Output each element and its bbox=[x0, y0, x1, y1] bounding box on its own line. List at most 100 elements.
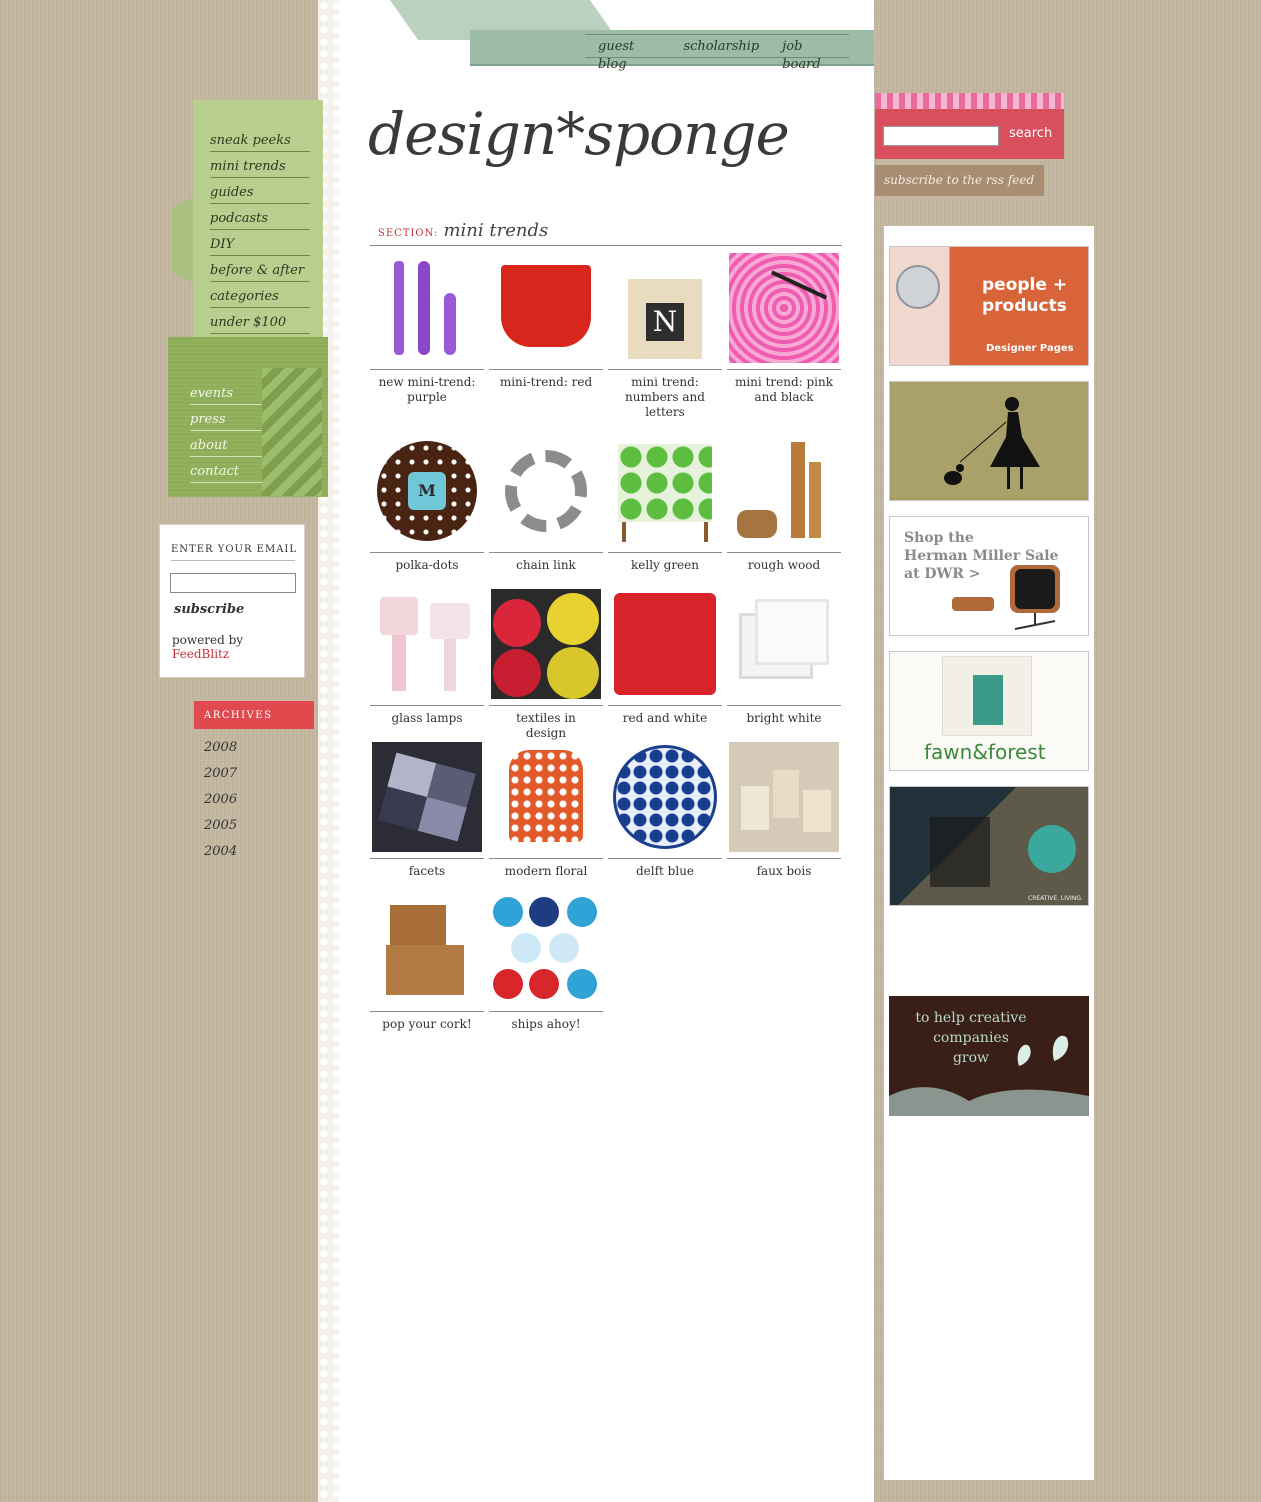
email-input[interactable] bbox=[170, 573, 296, 593]
archive-year-2005[interactable]: 2005 bbox=[204, 816, 237, 842]
tile-caption[interactable]: pop your cork! bbox=[370, 1017, 484, 1032]
trend-tile[interactable]: Mpolka-dots bbox=[370, 433, 484, 573]
site-logo[interactable]: design*sponge bbox=[368, 100, 790, 190]
tile-caption[interactable]: chain link bbox=[489, 558, 603, 573]
ad-dwr[interactable]: Shop the Herman Miller Sale at DWR > bbox=[889, 516, 1089, 636]
trend-tile[interactable]: bright white bbox=[727, 586, 841, 726]
tile-divider bbox=[489, 552, 603, 553]
search-pattern-strip bbox=[875, 93, 1064, 109]
facet-rug-image[interactable] bbox=[372, 742, 482, 852]
nav-item-sneak-peeks[interactable]: sneak peeks bbox=[210, 126, 310, 152]
tile-divider bbox=[608, 858, 722, 859]
textile-lanterns-image[interactable] bbox=[491, 589, 601, 699]
rss-subscribe-link[interactable]: subscribe to the rss feed bbox=[875, 165, 1044, 196]
nav-item-categories[interactable]: categories bbox=[210, 282, 310, 308]
trend-tile[interactable]: chain link bbox=[489, 433, 603, 573]
tile-caption[interactable]: bright white bbox=[727, 711, 841, 726]
ad-people-products[interactable]: people + products Designer Pages bbox=[889, 246, 1089, 366]
red-pillow-image[interactable] bbox=[610, 589, 720, 699]
trend-tile[interactable]: textiles in design bbox=[489, 586, 603, 741]
trend-tile[interactable]: pop your cork! bbox=[370, 892, 484, 1032]
tile-caption[interactable]: mini trend: numbers and letters bbox=[608, 375, 722, 420]
search-input[interactable] bbox=[883, 126, 999, 146]
top-nav-guest-blog[interactable]: guest blog bbox=[585, 35, 670, 72]
trend-tile[interactable]: rough wood bbox=[727, 433, 841, 573]
search-button[interactable]: search bbox=[1009, 126, 1052, 141]
wood-vases-image[interactable] bbox=[729, 436, 839, 546]
tile-divider bbox=[489, 1011, 603, 1012]
tile-caption[interactable]: delft blue bbox=[608, 864, 722, 879]
tile-divider bbox=[370, 858, 484, 859]
trend-tile[interactable]: mini-trend: red bbox=[489, 250, 603, 390]
ad-martha-stewart[interactable]: CREATIVE. LIVING. bbox=[889, 786, 1089, 906]
floral-chair-image[interactable] bbox=[491, 742, 601, 852]
tile-caption[interactable]: glass lamps bbox=[370, 711, 484, 726]
archive-year-2006[interactable]: 2006 bbox=[204, 790, 237, 816]
ad-silhouette[interactable] bbox=[889, 381, 1089, 501]
top-nav-scholarship[interactable]: scholarship bbox=[670, 35, 769, 57]
archives-list: 2008 2007 2006 2005 2004 bbox=[204, 738, 237, 868]
trend-tile[interactable]: red and white bbox=[608, 586, 722, 726]
archives-title: ARCHIVES bbox=[194, 701, 314, 729]
top-nav: guest blog scholarship job board bbox=[585, 34, 849, 72]
trend-tile[interactable]: faux bois bbox=[727, 739, 841, 879]
nav-item-mini-trends[interactable]: mini trends bbox=[210, 152, 310, 178]
nav-item-under-100[interactable]: under $100 bbox=[210, 308, 310, 334]
tile-caption[interactable]: kelly green bbox=[608, 558, 722, 573]
trend-tile[interactable]: modern floral bbox=[489, 739, 603, 879]
pink-pattern-image[interactable] bbox=[729, 253, 839, 363]
tile-divider bbox=[608, 369, 722, 370]
tile-caption[interactable]: polka-dots bbox=[370, 558, 484, 573]
trend-tile[interactable]: facets bbox=[370, 739, 484, 879]
archive-year-2008[interactable]: 2008 bbox=[204, 738, 237, 764]
ad-fawn-forest[interactable]: fawn&forest bbox=[889, 651, 1089, 771]
tile-caption[interactable]: mini-trend: red bbox=[489, 375, 603, 390]
tile-caption[interactable]: new mini-trend: purple bbox=[370, 375, 484, 405]
tile-caption[interactable]: modern floral bbox=[489, 864, 603, 879]
top-nav-job-board[interactable]: job board bbox=[769, 35, 849, 72]
trend-tile[interactable]: mini trend: pink and black bbox=[727, 250, 841, 405]
tile-caption[interactable]: mini trend: pink and black bbox=[727, 375, 841, 405]
bois-lamps-image[interactable] bbox=[729, 742, 839, 852]
letter-tote-image[interactable]: N bbox=[610, 253, 720, 363]
chair-image bbox=[930, 817, 990, 887]
tile-caption[interactable]: ships ahoy! bbox=[489, 1017, 603, 1032]
delft-plate-image[interactable] bbox=[610, 742, 720, 852]
nav-item-podcasts[interactable]: podcasts bbox=[210, 204, 310, 230]
archive-year-2004[interactable]: 2004 bbox=[204, 842, 237, 868]
tile-divider bbox=[370, 552, 484, 553]
nav-item-before-after[interactable]: before & after bbox=[210, 256, 310, 282]
trend-tile[interactable]: delft blue bbox=[608, 739, 722, 879]
chain-bracelet-image[interactable] bbox=[491, 436, 601, 546]
tile-caption[interactable]: faux bois bbox=[727, 864, 841, 879]
primary-nav: sneak peeks mini trends guides podcasts … bbox=[193, 100, 323, 370]
glass-lamps-image[interactable] bbox=[372, 589, 482, 699]
email-label: ENTER YOUR EMAIL bbox=[171, 544, 298, 555]
email-subscribe-box: ENTER YOUR EMAIL subscribe powered by Fe… bbox=[159, 524, 305, 678]
trend-tile[interactable]: kelly green bbox=[608, 433, 722, 573]
leaf-icon bbox=[889, 1035, 1089, 1116]
nautical-buttons-image[interactable] bbox=[491, 895, 601, 1005]
feedblitz-link[interactable]: FeedBlitz bbox=[172, 647, 229, 661]
tile-caption[interactable]: rough wood bbox=[727, 558, 841, 573]
cork-chair-image[interactable] bbox=[372, 895, 482, 1005]
woman-dog-silhouette-icon bbox=[944, 397, 1040, 489]
ad-people-line2: products bbox=[982, 296, 1067, 316]
tile-caption[interactable]: red and white bbox=[608, 711, 722, 726]
tile-caption[interactable]: textiles in design bbox=[489, 711, 603, 741]
purple-cutlery-image[interactable] bbox=[372, 253, 482, 363]
archive-year-2007[interactable]: 2007 bbox=[204, 764, 237, 790]
nav-item-guides[interactable]: guides bbox=[210, 178, 310, 204]
polka-plate-image[interactable]: M bbox=[372, 436, 482, 546]
green-chair-image[interactable] bbox=[610, 436, 720, 546]
trend-tile[interactable]: Nmini trend: numbers and letters bbox=[608, 250, 722, 420]
tile-caption[interactable]: facets bbox=[370, 864, 484, 879]
trend-tile[interactable]: ships ahoy! bbox=[489, 892, 603, 1032]
trend-tile[interactable]: glass lamps bbox=[370, 586, 484, 726]
nav-item-diy[interactable]: DIY bbox=[210, 230, 310, 256]
subscribe-button[interactable]: subscribe bbox=[174, 602, 244, 617]
ad-creative-companies[interactable]: to help creative companies grow bbox=[889, 996, 1089, 1116]
red-bowl-image[interactable] bbox=[491, 253, 601, 363]
white-tables-image[interactable] bbox=[729, 589, 839, 699]
trend-tile[interactable]: new mini-trend: purple bbox=[370, 250, 484, 405]
